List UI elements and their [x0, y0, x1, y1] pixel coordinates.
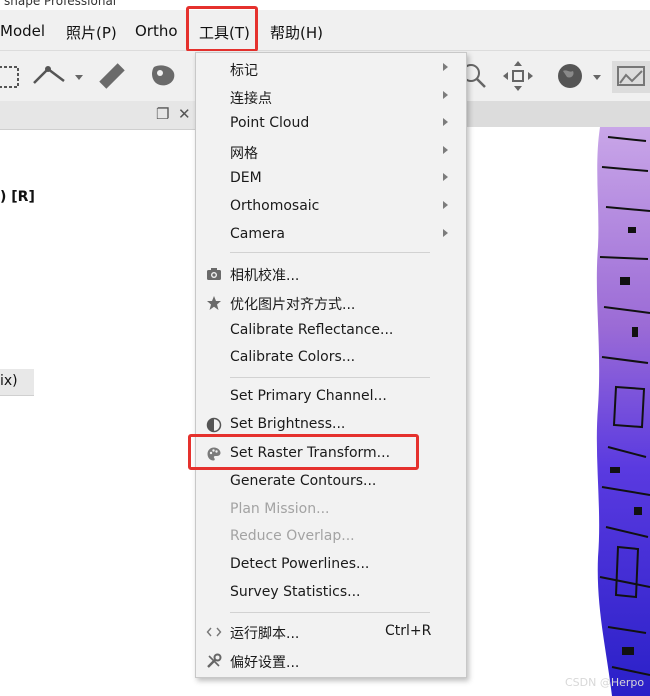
restore-panel-icon[interactable]: ❐ — [156, 105, 169, 123]
submenu-arrow-icon — [443, 118, 448, 126]
menu-item-orthomosaic[interactable]: Orthomosaic — [196, 194, 466, 220]
submenu-arrow-icon — [443, 91, 448, 99]
menu-item-plan-mission: Plan Mission... — [196, 497, 466, 523]
menu-item-generate-contours[interactable]: Generate Contours... — [196, 469, 466, 495]
chunk-label: ) [R] — [0, 189, 35, 205]
menu-item-label: 运行脚本... — [230, 626, 300, 642]
menu-photos[interactable]: 照片(P) — [66, 22, 117, 43]
move-icon[interactable] — [503, 61, 533, 91]
dropdown-arrow-icon[interactable] — [74, 61, 84, 91]
menu-item-label: Orthomosaic — [230, 198, 320, 214]
menu-item-label: Generate Contours... — [230, 473, 377, 489]
menu-item-camera-calibration[interactable]: 相机校准... — [196, 261, 466, 287]
watermark: CSDN @Herpo — [565, 676, 645, 689]
tools-menu-highlight-box — [186, 6, 258, 52]
menu-item-label: Camera — [230, 226, 285, 242]
menu-item-reduce-overlap: Reduce Overlap... — [196, 524, 466, 550]
menu-ortho[interactable]: Ortho — [135, 22, 178, 40]
panel-header: ❐ ✕ — [0, 101, 198, 130]
menu-item-dem[interactable]: DEM — [196, 166, 466, 192]
menu-item-tie-points[interactable]: 连接点 — [196, 84, 466, 110]
menu-item-label: Set Brightness... — [230, 416, 346, 432]
zoom-icon[interactable] — [463, 61, 491, 91]
menu-item-mesh[interactable]: 网格 — [196, 139, 466, 165]
menu-item-label: Plan Mission... — [230, 501, 330, 517]
menu-item-label: Point Cloud — [230, 115, 310, 131]
star-icon — [207, 296, 221, 310]
menu-bar: Model 照片(P) Ortho 工具(T) 帮助(H) — [0, 10, 650, 51]
menu-item-label: 连接点 — [230, 91, 272, 107]
title-bar: shape Professional — [0, 0, 650, 10]
menu-item-detect-powerlines[interactable]: Detect Powerlines... — [196, 552, 466, 578]
menu-item-camera[interactable]: Camera — [196, 222, 466, 248]
menu-item-label: Reduce Overlap... — [230, 528, 355, 544]
menu-item-label: Calibrate Reflectance... — [230, 322, 394, 338]
rectangle-select-icon[interactable] — [0, 61, 24, 91]
globe-icon[interactable] — [555, 61, 585, 91]
submenu-arrow-icon — [443, 201, 448, 209]
menu-item-label: Calibrate Colors... — [230, 349, 356, 365]
tools-icon — [207, 653, 222, 668]
menu-item-label: 相机校准... — [230, 268, 300, 284]
shape-icon[interactable] — [148, 61, 180, 91]
half-circle-icon — [206, 417, 222, 433]
menu-item-set-primary-channel[interactable]: Set Primary Channel... — [196, 384, 466, 410]
dropdown-arrow-icon-2[interactable] — [592, 61, 602, 91]
menu-separator — [230, 612, 430, 613]
panel-list-row[interactable]: ix) — [0, 369, 34, 396]
point-cloud-scene — [596, 127, 650, 696]
image-view-icon[interactable] — [612, 61, 650, 93]
menu-item-preferences[interactable]: 偏好设置... — [196, 648, 466, 674]
menu-item-label: Detect Powerlines... — [230, 556, 370, 572]
menu-help[interactable]: 帮助(H) — [270, 22, 323, 43]
menu-item-point-cloud[interactable]: Point Cloud — [196, 111, 466, 137]
menu-item-label: 偏好设置... — [230, 655, 300, 671]
menu-item-label: Set Primary Channel... — [230, 388, 387, 404]
window-title: shape Professional — [4, 0, 117, 8]
menu-item-calibrate-colors[interactable]: Calibrate Colors... — [196, 345, 466, 371]
shortcut-label: Ctrl+R — [385, 623, 432, 639]
submenu-arrow-icon — [443, 63, 448, 71]
menu-item-run-script[interactable]: 运行脚本... Ctrl+R — [196, 619, 466, 645]
menu-model[interactable]: Model — [0, 22, 45, 40]
menu-item-survey-statistics[interactable]: Survey Statistics... — [196, 580, 466, 606]
submenu-arrow-icon — [443, 229, 448, 237]
menu-separator — [230, 377, 430, 378]
code-icon — [206, 627, 222, 637]
ruler-icon[interactable] — [96, 61, 128, 91]
menu-item-label: 优化图片对齐方式... — [230, 297, 356, 313]
submenu-arrow-icon — [443, 173, 448, 181]
menu-item-label: Survey Statistics... — [230, 584, 361, 600]
menu-item-optimize-alignment[interactable]: 优化图片对齐方式... — [196, 290, 466, 316]
workspace-panel: ❐ ✕ ) [R] ix) — [0, 101, 199, 696]
close-panel-icon[interactable]: ✕ — [178, 105, 191, 123]
submenu-arrow-icon — [443, 146, 448, 154]
panel-row-label: ix) — [0, 373, 18, 389]
menu-item-label: 网格 — [230, 146, 258, 162]
menu-item-markers[interactable]: 标记 — [196, 56, 466, 82]
menu-item-label: 标记 — [230, 63, 258, 79]
camera-icon — [207, 268, 221, 280]
menu-item-label: DEM — [230, 170, 262, 186]
menu-separator — [230, 252, 430, 253]
raster-transform-highlight-box — [188, 434, 419, 470]
polyline-icon[interactable] — [30, 61, 70, 91]
menu-item-calibrate-reflectance[interactable]: Calibrate Reflectance... — [196, 318, 466, 344]
tools-dropdown-menu: 标记 连接点 Point Cloud 网格 DEM Orthomosaic Ca… — [195, 52, 467, 678]
